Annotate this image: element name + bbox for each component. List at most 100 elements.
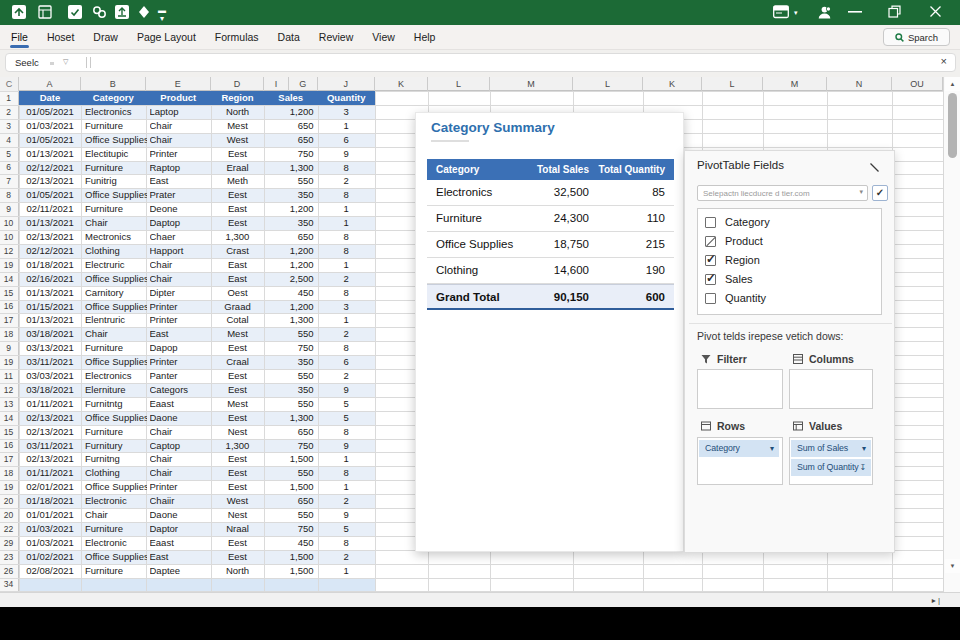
row-header-27[interactable]: 17: [0, 454, 17, 464]
cell[interactable]: 03/11/2021: [23, 439, 77, 453]
column-header-I[interactable]: I: [264, 77, 289, 91]
row-header-26[interactable]: 16: [0, 440, 17, 450]
cell[interactable]: Eest: [215, 452, 260, 466]
cell[interactable]: Printer: [150, 147, 213, 161]
cell[interactable]: East: [150, 327, 213, 341]
cell[interactable]: Eaast: [150, 397, 213, 411]
cell[interactable]: West: [215, 133, 260, 147]
cell[interactable]: 750: [268, 439, 314, 453]
qat-caret-icon[interactable]: ▬▾: [158, 7, 166, 23]
cell[interactable]: East: [150, 550, 213, 564]
cell[interactable]: Electronic: [85, 536, 147, 550]
cell[interactable]: Eest: [215, 383, 260, 397]
cell[interactable]: Eaast: [150, 536, 213, 550]
cell[interactable]: Mectronics: [85, 230, 147, 244]
cell[interactable]: Eest: [215, 341, 260, 355]
ribbon-tab-file[interactable]: File: [10, 29, 29, 47]
row-header-24[interactable]: 14: [0, 413, 17, 423]
cell[interactable]: 5: [322, 397, 372, 411]
field-checkbox-checked[interactable]: [705, 255, 716, 266]
column-header-K[interactable]: K: [643, 77, 702, 91]
cell[interactable]: 550: [268, 369, 314, 383]
cell[interactable]: 02/16/2021: [23, 272, 77, 286]
cell[interactable]: 01/02/2021: [23, 550, 77, 564]
cell[interactable]: Oest: [215, 286, 260, 300]
select-all-corner[interactable]: C: [0, 77, 19, 91]
cell[interactable]: Raptop: [150, 161, 213, 175]
cell[interactable]: Furnitntg: [85, 397, 147, 411]
row-header-7[interactable]: 7: [0, 176, 17, 186]
cell[interactable]: 2: [322, 272, 372, 286]
cell[interactable]: 8: [322, 286, 372, 300]
row-header-21[interactable]: 11: [0, 371, 17, 381]
cell[interactable]: Furniture: [85, 161, 147, 175]
cell[interactable]: 9: [322, 383, 372, 397]
cell[interactable]: 650: [268, 230, 314, 244]
restore-icon[interactable]: [888, 5, 901, 18]
column-header-L[interactable]: L: [573, 77, 643, 91]
cell[interactable]: 02/13/2021: [23, 230, 77, 244]
cell[interactable]: Office Supplies: [85, 355, 147, 369]
cell[interactable]: 8: [322, 466, 372, 480]
cell[interactable]: 01/03/2021: [23, 536, 77, 550]
cell[interactable]: 550: [268, 327, 314, 341]
field-checkbox-checked[interactable]: [705, 274, 716, 285]
cell[interactable]: 1: [322, 564, 372, 578]
cell[interactable]: Chaiir: [150, 494, 213, 508]
cell[interactable]: 450: [268, 286, 314, 300]
field-item-region[interactable]: Region: [705, 253, 760, 267]
flash-icon[interactable]: [138, 5, 150, 19]
cell[interactable]: Printer: [150, 300, 213, 314]
cell[interactable]: Chair: [150, 258, 213, 272]
ribbon-tab-hoset[interactable]: Hoset: [46, 29, 75, 47]
cell[interactable]: Eest: [215, 550, 260, 564]
cell[interactable]: Daone: [150, 508, 213, 522]
cell[interactable]: 8: [322, 188, 372, 202]
cell[interactable]: Daptor: [150, 522, 213, 536]
cell[interactable]: Happort: [150, 244, 213, 258]
ribbon-tab-page-layout[interactable]: Page Layout: [136, 29, 197, 47]
cell[interactable]: Furniture: [85, 425, 147, 439]
minimize-icon[interactable]: [848, 11, 862, 13]
pill-caret-icon[interactable]: ▾: [862, 440, 866, 457]
cell[interactable]: 01/13/2021: [23, 147, 77, 161]
cell[interactable]: 01/18/2021: [23, 494, 77, 508]
cell[interactable]: 750: [268, 522, 314, 536]
cell[interactable]: 1: [322, 202, 372, 216]
cell[interactable]: Printer: [150, 313, 213, 327]
cell[interactable]: 01/15/2021: [23, 300, 77, 314]
cell[interactable]: 8: [322, 230, 372, 244]
cell[interactable]: 1: [322, 313, 372, 327]
cell[interactable]: East: [150, 174, 213, 188]
fields-panel-pin-icon[interactable]: [869, 162, 880, 173]
row-header-14[interactable]: 14: [0, 274, 17, 284]
cell[interactable]: North: [215, 564, 260, 578]
column-header-M[interactable]: M: [763, 77, 827, 91]
row-header-4[interactable]: 4: [0, 135, 17, 145]
cell[interactable]: 1,300: [268, 313, 314, 327]
column-header-OU[interactable]: OU: [892, 77, 943, 91]
row-header-13[interactable]: 19: [0, 260, 17, 270]
row-header-9[interactable]: 9: [0, 204, 17, 214]
cell[interactable]: Furniture: [85, 202, 147, 216]
cell[interactable]: 1,200: [268, 300, 314, 314]
row-header-23[interactable]: 13: [0, 399, 17, 409]
cell[interactable]: Chair: [85, 216, 147, 230]
field-checkbox-unchecked[interactable]: [705, 293, 716, 304]
cell[interactable]: Eest: [215, 188, 260, 202]
scroll-up-icon[interactable]: ▲: [945, 77, 960, 91]
column-header-E[interactable]: E: [146, 77, 212, 91]
cell[interactable]: Captop: [150, 439, 213, 453]
cell[interactable]: 750: [268, 341, 314, 355]
cell[interactable]: 3: [322, 105, 372, 119]
row-header-8[interactable]: 8: [0, 190, 17, 200]
cell[interactable]: Panter: [150, 369, 213, 383]
cell[interactable]: Electitupic: [85, 147, 147, 161]
cell[interactable]: 550: [268, 466, 314, 480]
cell[interactable]: 1: [322, 452, 372, 466]
cell[interactable]: Daone: [150, 411, 213, 425]
row-header-32[interactable]: 22: [0, 524, 17, 534]
row-header-3[interactable]: 3: [0, 121, 17, 131]
cell[interactable]: Chair: [150, 452, 213, 466]
row-header-34[interactable]: 23: [0, 552, 17, 562]
